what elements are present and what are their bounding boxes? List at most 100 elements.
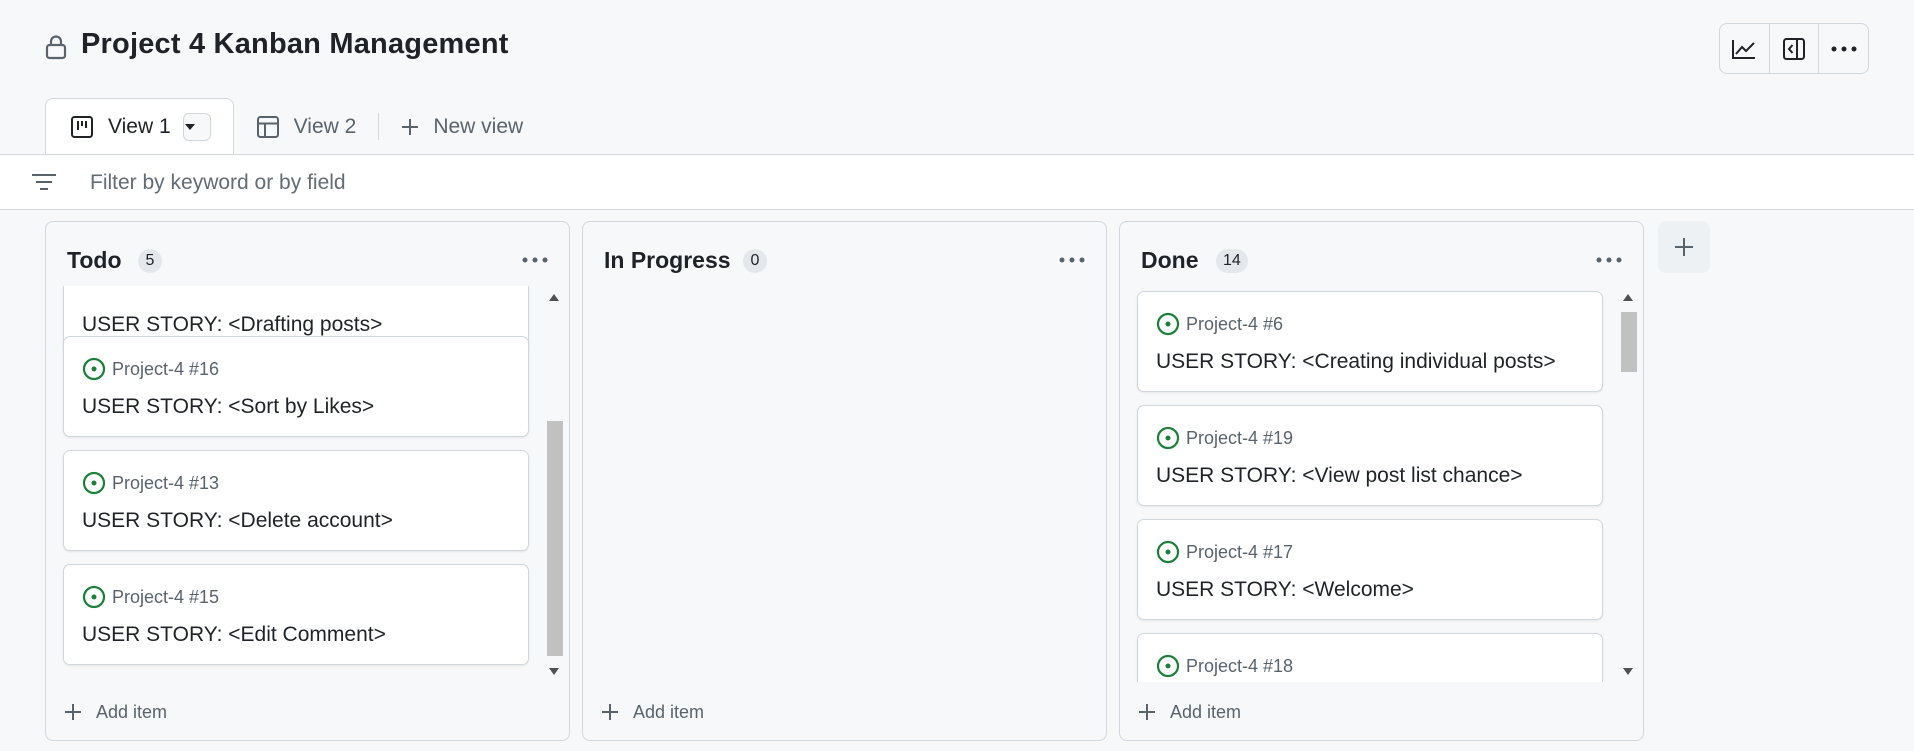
add-item-button[interactable]: Add item bbox=[595, 698, 710, 726]
column-in-progress: In Progress 0 Add item bbox=[582, 221, 1107, 741]
scrollbar-thumb[interactable] bbox=[1621, 312, 1637, 372]
issue-opened-icon bbox=[82, 357, 106, 381]
kebab-icon bbox=[1831, 46, 1857, 51]
add-item-button[interactable]: Add item bbox=[58, 698, 173, 726]
new-view-button[interactable]: New view bbox=[379, 98, 545, 155]
column-header: Todo 5 bbox=[46, 222, 569, 286]
card-reference[interactable]: Project-4 #17 bbox=[1156, 540, 1293, 564]
issue-card[interactable]: Project-4 #6 USER STORY: <Creating indiv… bbox=[1137, 291, 1603, 392]
triangle-down-icon bbox=[184, 124, 195, 130]
issue-opened-icon bbox=[1156, 540, 1180, 564]
card-reference-label: Project-4 #6 bbox=[1186, 313, 1284, 334]
column-header: Done 14 bbox=[1120, 222, 1643, 286]
card-reference-label: Project-4 #18 bbox=[1186, 655, 1294, 676]
board-icon bbox=[71, 116, 93, 138]
column-options-button[interactable] bbox=[517, 246, 553, 274]
issue-card[interactable]: Project-4 #15 USER STORY: <Edit Comment> bbox=[63, 564, 529, 665]
card-title: USER STORY: <Welcome> bbox=[1156, 578, 1414, 601]
scroll-down-arrow[interactable] bbox=[1623, 668, 1633, 675]
card-reference-label: Project-4 #15 bbox=[112, 586, 220, 607]
column-title: In Progress bbox=[604, 247, 731, 273]
scrollbar-thumb[interactable] bbox=[547, 421, 563, 656]
issue-card[interactable]: Project-4 #13 USER STORY: <Delete accoun… bbox=[63, 450, 529, 551]
issue-card[interactable]: Project-4 #19 USER STORY: <View post lis… bbox=[1137, 405, 1603, 506]
card-reference[interactable]: Project-4 #16 bbox=[82, 357, 219, 381]
column-cards: Project-4 #6 USER STORY: <Creating indiv… bbox=[1135, 286, 1612, 682]
more-options-button[interactable] bbox=[1819, 24, 1868, 73]
add-item-label: Add item bbox=[1170, 701, 1242, 722]
column-count-badge: 5 bbox=[138, 249, 162, 273]
tab-view-1[interactable]: View 1 bbox=[45, 98, 234, 155]
card-title: USER STORY: <Edit Comment> bbox=[82, 623, 386, 646]
filter-input[interactable] bbox=[90, 165, 1790, 201]
scroll-up-arrow[interactable] bbox=[1623, 294, 1633, 301]
card-title: USER STORY: <Creating individual posts> bbox=[1156, 350, 1556, 373]
lock-icon bbox=[45, 35, 67, 60]
insights-button[interactable] bbox=[1720, 24, 1770, 73]
card-reference-label: Project-4 #13 bbox=[112, 472, 220, 493]
kebab-icon bbox=[1059, 257, 1085, 263]
plus-icon bbox=[402, 118, 419, 135]
issue-opened-icon bbox=[1156, 654, 1180, 678]
kebab-icon bbox=[1596, 257, 1622, 263]
tab-view-2[interactable]: View 2 bbox=[234, 98, 379, 155]
plus-icon bbox=[65, 704, 81, 720]
scroll-up-arrow[interactable] bbox=[549, 294, 559, 301]
kebab-icon bbox=[522, 257, 548, 263]
column-scrollbar[interactable] bbox=[544, 288, 564, 681]
issue-opened-icon bbox=[82, 471, 106, 495]
column-done: Done 14 Project-4 #6 USER STORY: <Creati… bbox=[1119, 221, 1644, 741]
page-title: Project 4 Kanban Management bbox=[81, 28, 509, 60]
column-count-badge: 14 bbox=[1216, 249, 1248, 273]
project-header: Project 4 Kanban Management View 1 View … bbox=[0, 0, 1914, 155]
card-reference-label: Project-4 #16 bbox=[112, 358, 220, 379]
card-reference-label: Project-4 #17 bbox=[1186, 541, 1294, 562]
card-reference-label: Project-4 #19 bbox=[1186, 427, 1294, 448]
column-count-badge: 0 bbox=[743, 249, 767, 273]
header-toolbar bbox=[1719, 23, 1869, 74]
column-options-button[interactable] bbox=[1591, 246, 1627, 274]
view-options-dropdown[interactable] bbox=[182, 113, 211, 141]
issue-card[interactable]: Project-4 #18 bbox=[1137, 633, 1603, 682]
filter-bar bbox=[0, 154, 1914, 210]
issue-opened-icon bbox=[82, 585, 106, 609]
column-title: Done bbox=[1141, 247, 1199, 273]
add-item-label: Add item bbox=[633, 701, 705, 722]
issue-opened-icon bbox=[1156, 312, 1180, 336]
plus-icon bbox=[1139, 704, 1155, 720]
column-options-button[interactable] bbox=[1054, 246, 1090, 274]
table-icon bbox=[256, 115, 279, 138]
tab-label: View 2 bbox=[293, 114, 357, 138]
card-title: USER STORY: <Delete account> bbox=[82, 509, 393, 532]
add-item-label: Add item bbox=[96, 701, 168, 722]
filter-icon[interactable] bbox=[31, 172, 57, 192]
view-tabs: View 1 View 2 New view bbox=[45, 98, 545, 155]
card-reference[interactable]: Project-4 #6 bbox=[1156, 312, 1283, 336]
column-header: In Progress 0 bbox=[583, 222, 1106, 286]
card-reference[interactable]: Project-4 #18 bbox=[1156, 654, 1293, 678]
card-title: USER STORY: <Sort by Likes> bbox=[82, 395, 375, 418]
column-todo: Todo 5 USER STORY: <Drafting posts> Proj… bbox=[45, 221, 570, 741]
column-title: Todo bbox=[67, 247, 122, 273]
side-panel-icon bbox=[1783, 37, 1805, 60]
card-reference[interactable]: Project-4 #19 bbox=[1156, 426, 1293, 450]
column-scrollbar[interactable] bbox=[1618, 288, 1638, 681]
issue-card[interactable]: Project-4 #17 USER STORY: <Welcome> bbox=[1137, 519, 1603, 620]
insights-icon bbox=[1732, 39, 1756, 59]
card-reference[interactable]: Project-4 #15 bbox=[82, 585, 219, 609]
card-reference[interactable]: Project-4 #13 bbox=[82, 471, 219, 495]
add-column-button[interactable] bbox=[1658, 221, 1710, 273]
card-title: USER STORY: <View post list chance> bbox=[1156, 464, 1523, 487]
side-panel-button[interactable] bbox=[1770, 24, 1820, 73]
column-cards: USER STORY: <Drafting posts> Project-4 #… bbox=[61, 286, 538, 682]
issue-card[interactable]: Project-4 #16 USER STORY: <Sort by Likes… bbox=[63, 336, 529, 437]
scroll-down-arrow[interactable] bbox=[549, 668, 559, 675]
tab-label: View 1 bbox=[108, 115, 171, 138]
add-item-button[interactable]: Add item bbox=[1132, 698, 1247, 726]
tab-label: New view bbox=[433, 114, 524, 138]
plus-icon bbox=[1675, 238, 1693, 256]
plus-icon bbox=[602, 704, 618, 720]
card-title: USER STORY: <Drafting posts> bbox=[82, 313, 383, 336]
column-cards bbox=[598, 286, 1075, 682]
issue-opened-icon bbox=[1156, 426, 1180, 450]
